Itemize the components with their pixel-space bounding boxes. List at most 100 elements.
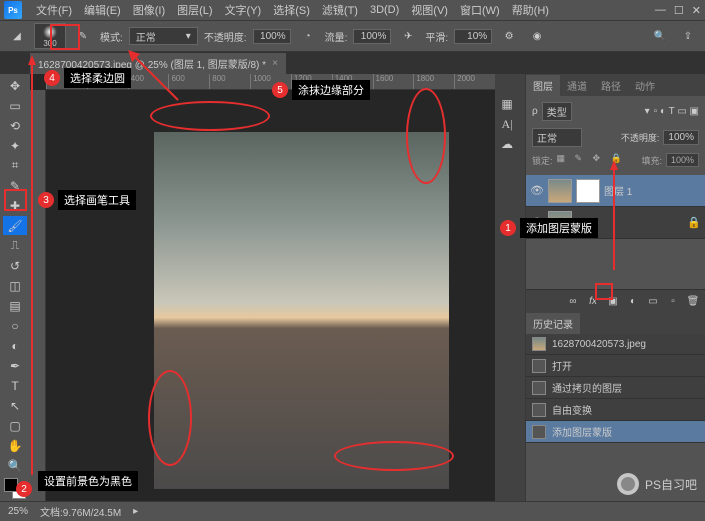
crop-tool[interactable]: ⌗ <box>3 156 27 175</box>
tab-layers[interactable]: 图层 <box>526 75 560 96</box>
status-bar: 25% 文档:9.76M/24.5M ▸ <box>0 501 705 521</box>
menu-help[interactable]: 帮助(H) <box>506 2 555 18</box>
pressure-opacity-icon[interactable]: ◔ <box>297 25 319 47</box>
tab-channels[interactable]: 通道 <box>560 75 594 96</box>
move-tool[interactable]: ✥ <box>3 76 27 95</box>
menu-select[interactable]: 选择(S) <box>267 2 316 18</box>
callout-2-label: 设置前景色为黑色 <box>38 471 138 491</box>
tab-history[interactable]: 历史记录 <box>526 313 580 334</box>
opacity-value[interactable]: 100% <box>253 29 291 44</box>
search-icon[interactable]: 🔍 <box>649 25 671 47</box>
history-brush-tool[interactable]: ↺ <box>3 256 27 275</box>
callout-4: 4选择柔边圆 <box>44 68 131 88</box>
blur-tool[interactable]: ○ <box>3 316 27 335</box>
lock-trans-icon[interactable]: ▦ <box>557 153 571 167</box>
adjustment-icon[interactable]: ◐ <box>625 293 641 309</box>
tab-actions[interactable]: 动作 <box>628 75 662 96</box>
share-icon[interactable]: ⇪ <box>677 25 699 47</box>
lock-pos-icon[interactable]: ✥ <box>593 153 607 167</box>
mode-select[interactable]: 正常 ▾ <box>129 27 198 45</box>
pressure-size-icon[interactable]: ◉ <box>526 25 548 47</box>
stamp-tool[interactable]: ⎍ <box>3 236 27 255</box>
layer-fill[interactable]: 100% <box>666 153 699 167</box>
path-tool[interactable]: ↖ <box>3 396 27 415</box>
menu-layer[interactable]: 图层(L) <box>171 2 218 18</box>
max-icon[interactable]: ☐ <box>674 4 684 17</box>
menu-window[interactable]: 窗口(W) <box>454 2 506 18</box>
window-controls: — ☐ ✕ <box>655 4 701 17</box>
right-panels: 图层 通道 路径 动作 ρ类型 ▾ ▫ ◐ T ▭ ▣ 正常 不透明度: 100… <box>525 74 705 501</box>
menu-filter[interactable]: 滤镜(T) <box>316 2 364 18</box>
menu-file[interactable]: 文件(F) <box>30 2 78 18</box>
annotation-arrow-brushprev <box>128 50 188 110</box>
opacity-label: 不透明度: <box>204 29 247 44</box>
close-icon[interactable]: ✕ <box>692 4 701 17</box>
history-panel-tabs: 历史记录 <box>526 312 705 334</box>
canvas-image[interactable] <box>154 132 449 489</box>
filter-kind[interactable]: 类型 <box>542 102 572 121</box>
lasso-tool[interactable]: ⟲ <box>3 116 27 135</box>
lock-icon: 🔒 <box>687 216 701 229</box>
trash-icon[interactable]: 🗑 <box>685 293 701 309</box>
layer-thumb[interactable] <box>548 179 572 203</box>
pen-tool[interactable]: ✒ <box>3 356 27 375</box>
flow-value[interactable]: 100% <box>353 29 391 44</box>
annotation-arrow-tools <box>26 55 38 485</box>
layer-mask-thumb[interactable] <box>576 179 600 203</box>
menu-image[interactable]: 图像(I) <box>127 2 171 18</box>
doc-size: 9.76M/24.5M <box>63 508 121 519</box>
collapsed-panels[interactable]: ▦ A| ☁ <box>495 74 525 501</box>
link-icon[interactable]: ∞ <box>565 293 581 309</box>
wand-tool[interactable]: ✦ <box>3 136 27 155</box>
libraries-icon[interactable]: ☁ <box>495 134 519 154</box>
callout-3: 3选择画笔工具 <box>38 190 136 210</box>
new-layer-icon[interactable]: ▫ <box>665 293 681 309</box>
rect-marquee-tool[interactable]: ▭ <box>3 96 27 115</box>
rect-tool[interactable]: ▢ <box>3 416 27 435</box>
smooth-label: 平滑: <box>425 29 448 44</box>
gradient-tool[interactable]: ▤ <box>3 296 27 315</box>
flow-label: 流量: <box>325 29 348 44</box>
hand-tool[interactable]: ✋ <box>3 436 27 455</box>
char-panel-icon[interactable]: A| <box>495 114 519 134</box>
options-bar: ◢ 300 ✎ 模式: 正常 ▾ 不透明度: 100% ◔ 流量: 100% ✈… <box>0 20 705 52</box>
type-tool[interactable]: T <box>3 376 27 395</box>
airbrush-icon[interactable]: ✈ <box>397 25 419 47</box>
smooth-value[interactable]: 10% <box>454 29 492 44</box>
history-row[interactable]: 打开 <box>526 355 705 377</box>
group-icon[interactable]: ▭ <box>645 293 661 309</box>
mode-label: 模式: <box>100 29 123 44</box>
history-row[interactable]: 添加图层蒙版 <box>526 421 705 443</box>
dodge-tool[interactable]: ◐ <box>3 336 27 355</box>
history-panel: 1628700420573.jpeg 打开 通过拷贝的图层 自由变换 添加图层蒙… <box>526 334 705 443</box>
menu-3d[interactable]: 3D(D) <box>364 4 405 16</box>
eraser-tool[interactable]: ◫ <box>3 276 27 295</box>
visibility-icon[interactable]: 👁 <box>530 184 544 197</box>
ps-logo: Ps <box>4 1 22 19</box>
layers-footer: ∞ fx ▣ ◐ ▭ ▫ 🗑 <box>526 289 705 312</box>
history-doc-row[interactable]: 1628700420573.jpeg <box>526 334 705 355</box>
layer-opacity[interactable]: 100% <box>663 130 699 145</box>
callout-2: 2 <box>16 481 32 497</box>
zoom-value[interactable]: 25% <box>8 506 28 517</box>
lock-paint-icon[interactable]: ✎ <box>575 153 589 167</box>
gear-icon[interactable]: ⚙ <box>498 25 520 47</box>
menu-bar: Ps 文件(F) 编辑(E) 图像(I) 图层(L) 文字(Y) 选择(S) 滤… <box>0 0 705 20</box>
color-panel-icon[interactable]: ▦ <box>495 94 519 114</box>
annotation-box-brushprev <box>50 24 80 50</box>
annotation-oval <box>334 441 454 471</box>
brush-tool[interactable]: 🖌 <box>3 216 27 235</box>
close-tab-icon[interactable]: × <box>272 58 278 69</box>
menu-view[interactable]: 视图(V) <box>405 2 454 18</box>
history-row[interactable]: 自由变换 <box>526 399 705 421</box>
menu-type[interactable]: 文字(Y) <box>219 2 268 18</box>
history-row[interactable]: 通过拷贝的图层 <box>526 377 705 399</box>
blend-mode[interactable]: 正常 <box>532 128 582 147</box>
zoom-tool[interactable]: 🔍 <box>3 456 27 475</box>
tab-paths[interactable]: 路径 <box>594 75 628 96</box>
tool-preset-icon[interactable]: ◢ <box>6 25 28 47</box>
menu-edit[interactable]: 编辑(E) <box>78 2 127 18</box>
min-icon[interactable]: — <box>655 4 666 17</box>
annotation-oval <box>406 88 446 184</box>
doc-thumb <box>532 337 546 351</box>
